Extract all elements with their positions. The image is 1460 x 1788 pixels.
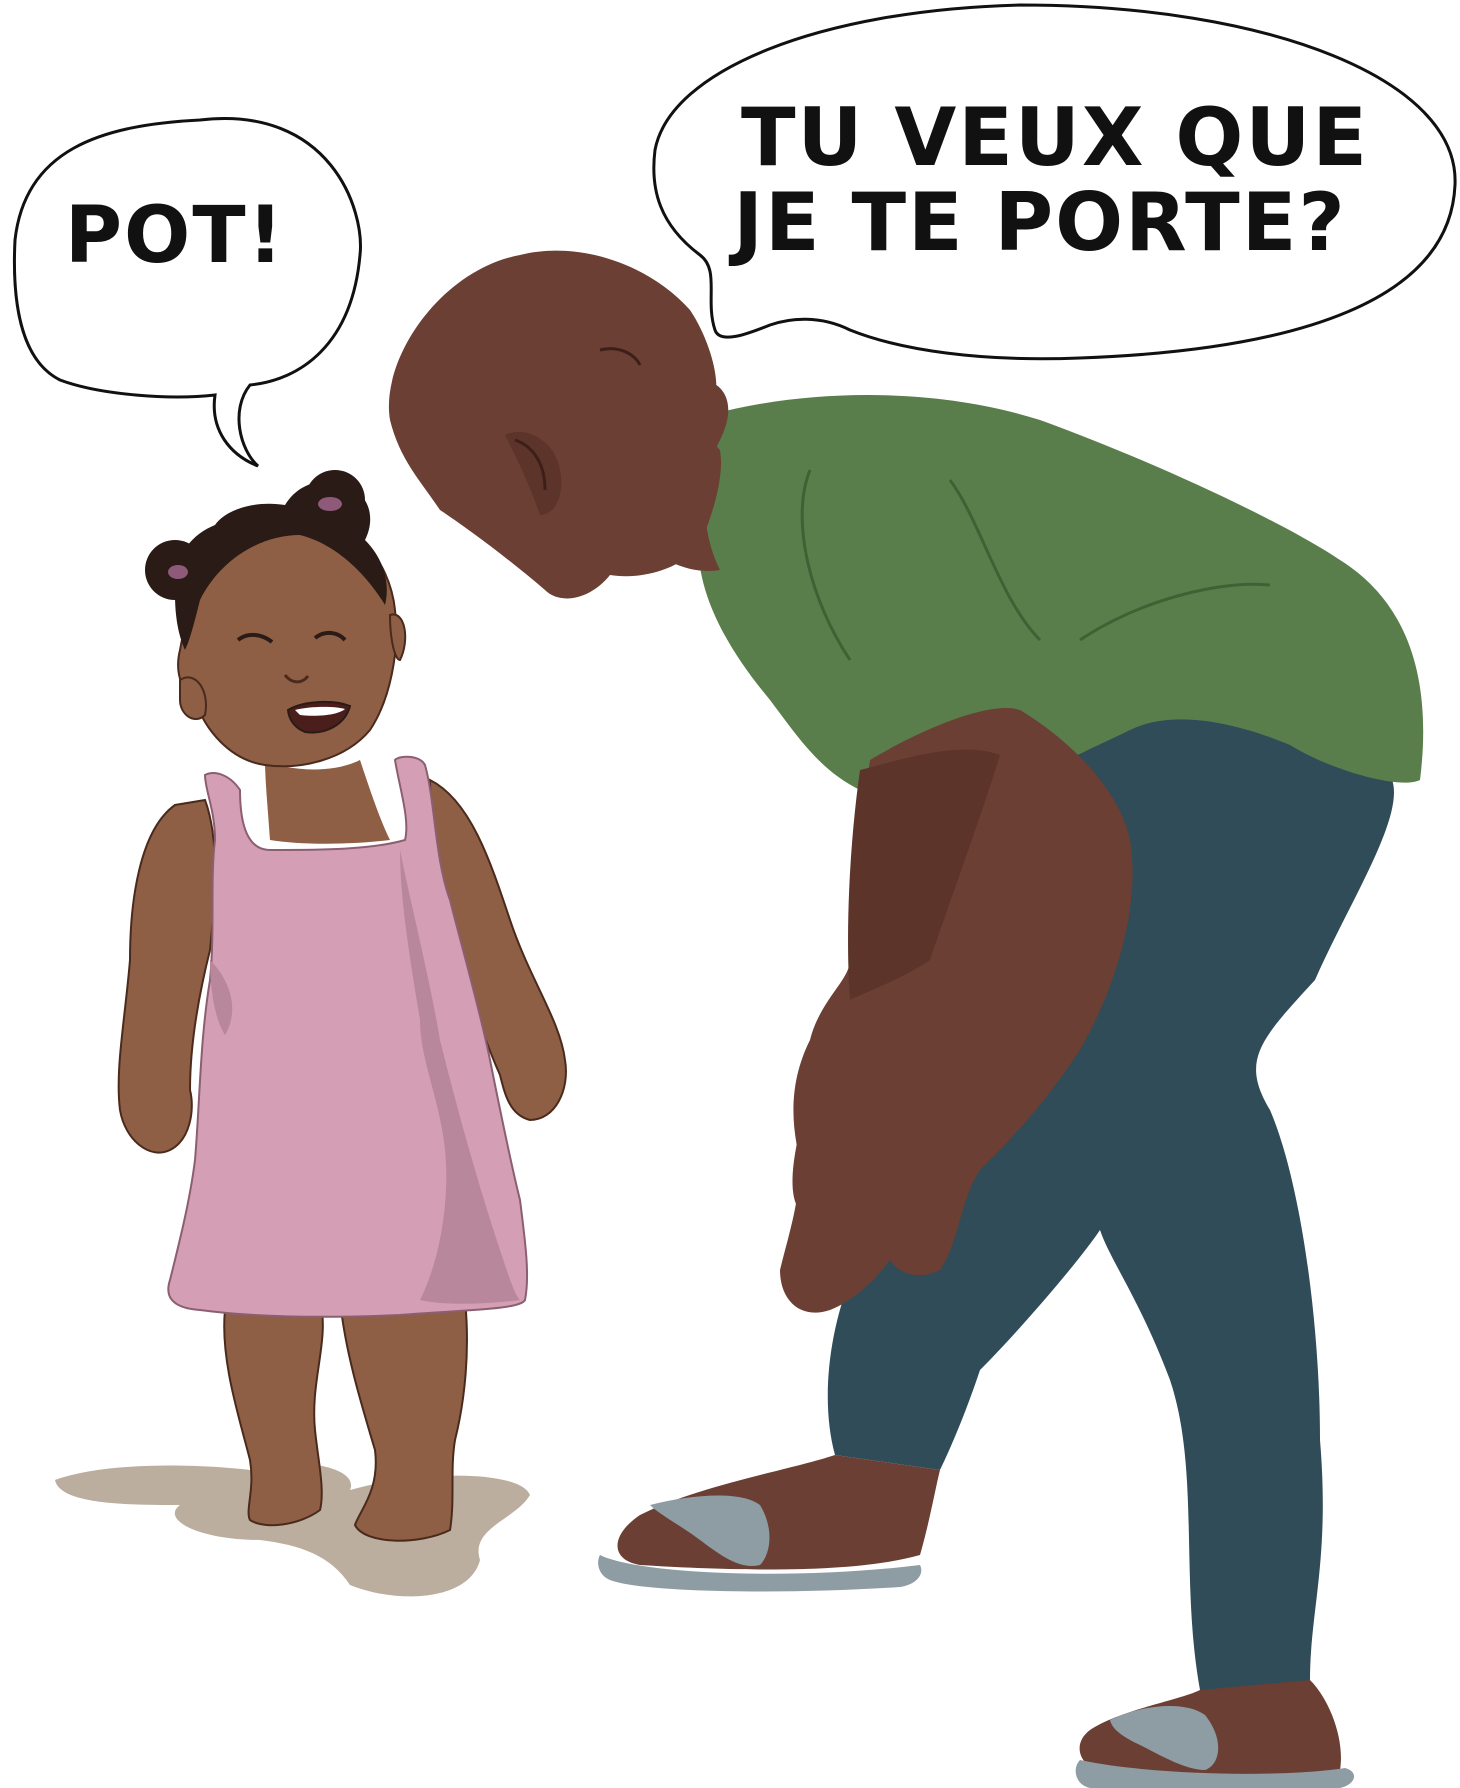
speech-bubble-adult: TU VEUX QUE JE TE PORTE?: [652, 3, 1457, 361]
illustration: POT! TU VEUX QUE JE TE PORTE?: [12, 3, 1457, 1788]
child-figure: [117, 470, 567, 1542]
speech-bubble-child: POT!: [12, 117, 362, 468]
adult-speech-line2: JE TE PORTE?: [728, 176, 1347, 269]
adult-head: [388, 250, 721, 599]
adult-shirt: [698, 395, 1424, 790]
adult-speech-line1: TU VEUX QUE: [741, 91, 1369, 184]
child-speech-text: POT!: [65, 191, 285, 281]
